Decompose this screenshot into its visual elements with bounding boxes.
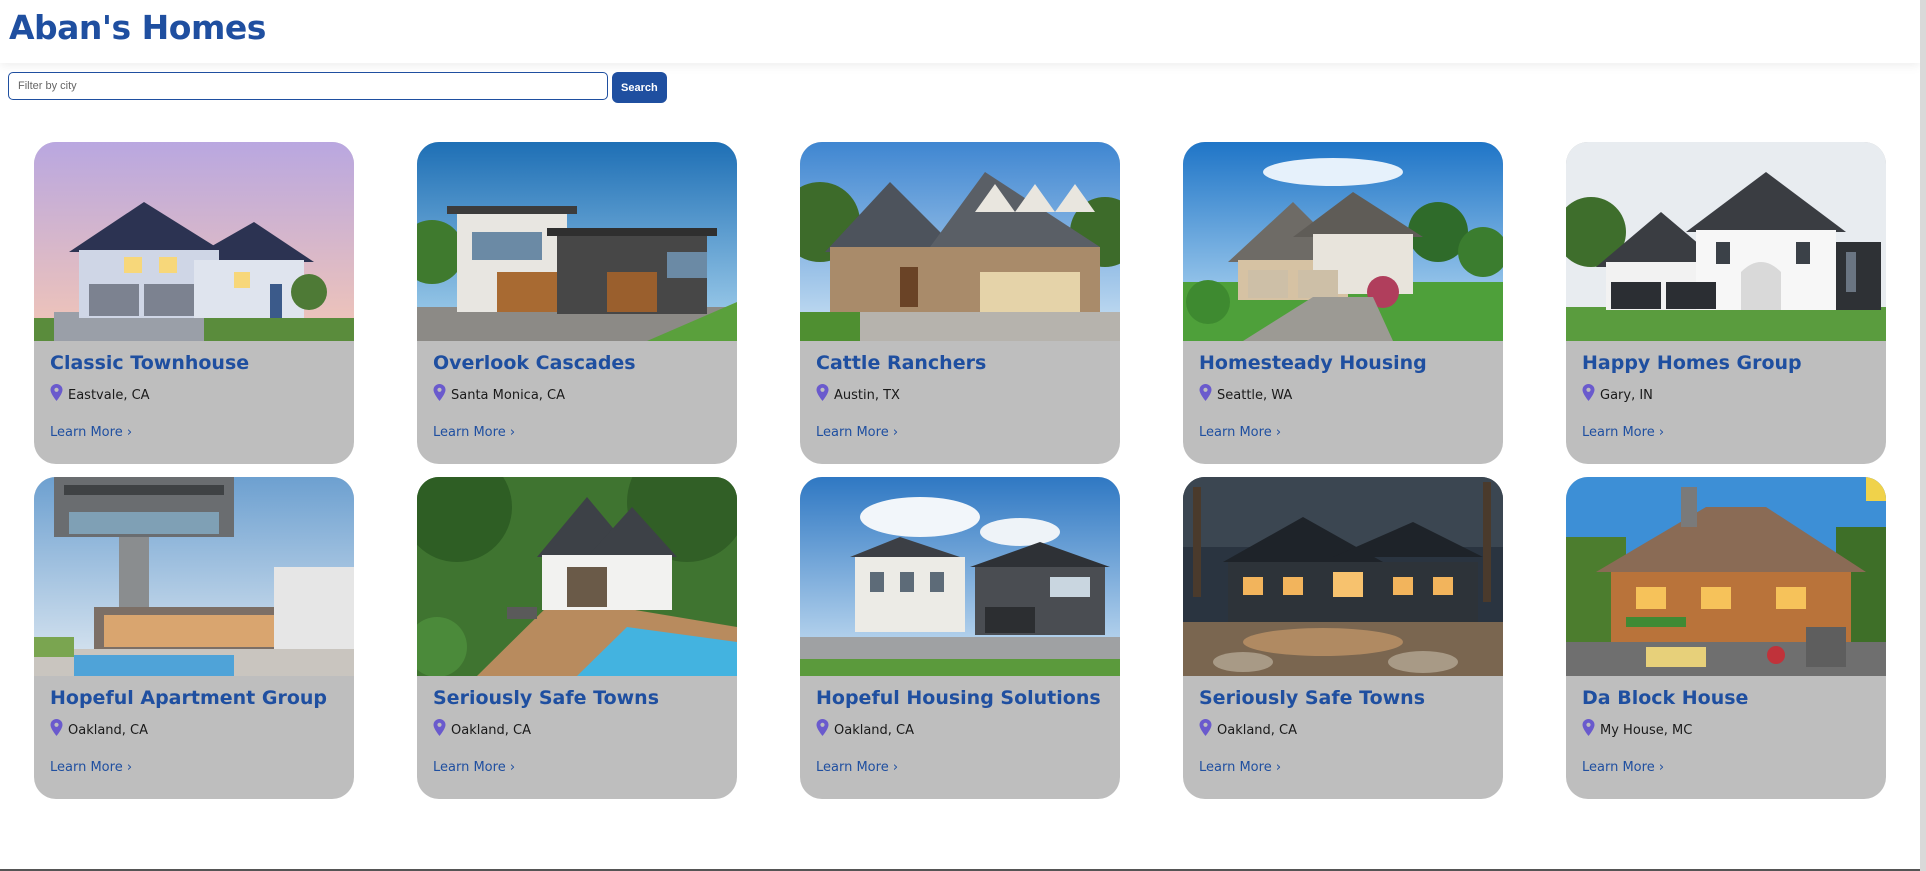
home-city: Oakland, CA [834, 723, 915, 738]
home-location: Gary, IN [1582, 384, 1653, 403]
home-title: Overlook Cascades [433, 352, 636, 374]
learn-more-link[interactable]: Learn More › [1582, 760, 1664, 775]
home-location: Oakland, CA [1199, 719, 1298, 738]
learn-more-link[interactable]: Learn More › [1199, 425, 1281, 440]
home-card[interactable]: Hopeful Apartment Group Oakland, CA Lear… [34, 477, 354, 799]
map-pin-icon [50, 384, 63, 401]
home-title: Classic Townhouse [50, 352, 250, 374]
home-location: Oakland, CA [50, 719, 149, 738]
map-pin-icon [433, 384, 446, 401]
home-card[interactable]: Seriously Safe Towns Oakland, CA Learn M… [1183, 477, 1503, 799]
home-photo[interactable] [34, 142, 354, 341]
learn-more-link[interactable]: Learn More › [816, 760, 898, 775]
home-photo[interactable] [1566, 477, 1886, 676]
home-photo[interactable] [417, 142, 737, 341]
learn-more-link[interactable]: Learn More › [433, 760, 515, 775]
home-city: Oakland, CA [68, 723, 149, 738]
home-city: Oakland, CA [451, 723, 532, 738]
home-title: Seriously Safe Towns [433, 687, 660, 709]
home-location: Santa Monica, CA [433, 384, 566, 403]
home-card[interactable]: Classic Townhouse Eastvale, CA Learn Mor… [34, 142, 354, 464]
home-photo[interactable] [800, 477, 1120, 676]
site-title: Aban's Homes [9, 8, 266, 47]
home-title: Seriously Safe Towns [1199, 687, 1426, 709]
home-photo[interactable] [1566, 142, 1886, 341]
city-filter-input[interactable] [8, 72, 608, 100]
learn-more-link[interactable]: Learn More › [50, 760, 132, 775]
home-city: My House, MC [1600, 723, 1693, 738]
map-pin-icon [816, 384, 829, 401]
search-button[interactable]: Search [612, 72, 667, 103]
home-title: Happy Homes Group [1582, 352, 1802, 374]
home-photo[interactable] [1183, 142, 1503, 341]
map-pin-icon [1582, 719, 1595, 736]
map-pin-icon [1582, 384, 1595, 401]
home-title: Hopeful Housing Solutions [816, 687, 1101, 709]
home-photo[interactable] [800, 142, 1120, 341]
home-location: Eastvale, CA [50, 384, 150, 403]
learn-more-link[interactable]: Learn More › [433, 425, 515, 440]
home-photo[interactable] [1183, 477, 1503, 676]
home-card[interactable]: Homesteady Housing Seattle, WA Learn Mor… [1183, 142, 1503, 464]
homes-grid: Classic Townhouse Eastvale, CA Learn Mor… [34, 142, 1886, 799]
home-card[interactable]: Cattle Ranchers Austin, TX Learn More › [800, 142, 1120, 464]
home-card[interactable]: Da Block House My House, MC Learn More › [1566, 477, 1886, 799]
home-title: Cattle Ranchers [816, 352, 987, 374]
map-pin-icon [816, 719, 829, 736]
home-photo[interactable] [417, 477, 737, 676]
home-city: Gary, IN [1600, 388, 1653, 403]
home-city: Santa Monica, CA [451, 388, 566, 403]
home-city: Oakland, CA [1217, 723, 1298, 738]
site-header: Aban's Homes [0, 0, 1920, 63]
map-pin-icon [433, 719, 446, 736]
home-card[interactable]: Hopeful Housing Solutions Oakland, CA Le… [800, 477, 1120, 799]
home-card[interactable]: Seriously Safe Towns Oakland, CA Learn M… [417, 477, 737, 799]
home-title: Homesteady Housing [1199, 352, 1427, 374]
home-city: Austin, TX [834, 388, 900, 403]
learn-more-link[interactable]: Learn More › [50, 425, 132, 440]
home-photo[interactable] [34, 477, 354, 676]
home-city: Eastvale, CA [68, 388, 150, 403]
home-card[interactable]: Overlook Cascades Santa Monica, CA Learn… [417, 142, 737, 464]
home-title: Hopeful Apartment Group [50, 687, 327, 709]
home-location: Austin, TX [816, 384, 900, 403]
map-pin-icon [50, 719, 63, 736]
map-pin-icon [1199, 384, 1212, 401]
home-location: Oakland, CA [816, 719, 915, 738]
search-bar: Search [8, 72, 667, 103]
learn-more-link[interactable]: Learn More › [816, 425, 898, 440]
learn-more-link[interactable]: Learn More › [1199, 760, 1281, 775]
map-pin-icon [1199, 719, 1212, 736]
learn-more-link[interactable]: Learn More › [1582, 425, 1664, 440]
home-location: Oakland, CA [433, 719, 532, 738]
home-location: My House, MC [1582, 719, 1693, 738]
home-city: Seattle, WA [1217, 388, 1293, 403]
home-card[interactable]: Happy Homes Group Gary, IN Learn More › [1566, 142, 1886, 464]
scrollbar-track[interactable] [1920, 0, 1926, 871]
home-location: Seattle, WA [1199, 384, 1293, 403]
home-title: Da Block House [1582, 687, 1749, 709]
